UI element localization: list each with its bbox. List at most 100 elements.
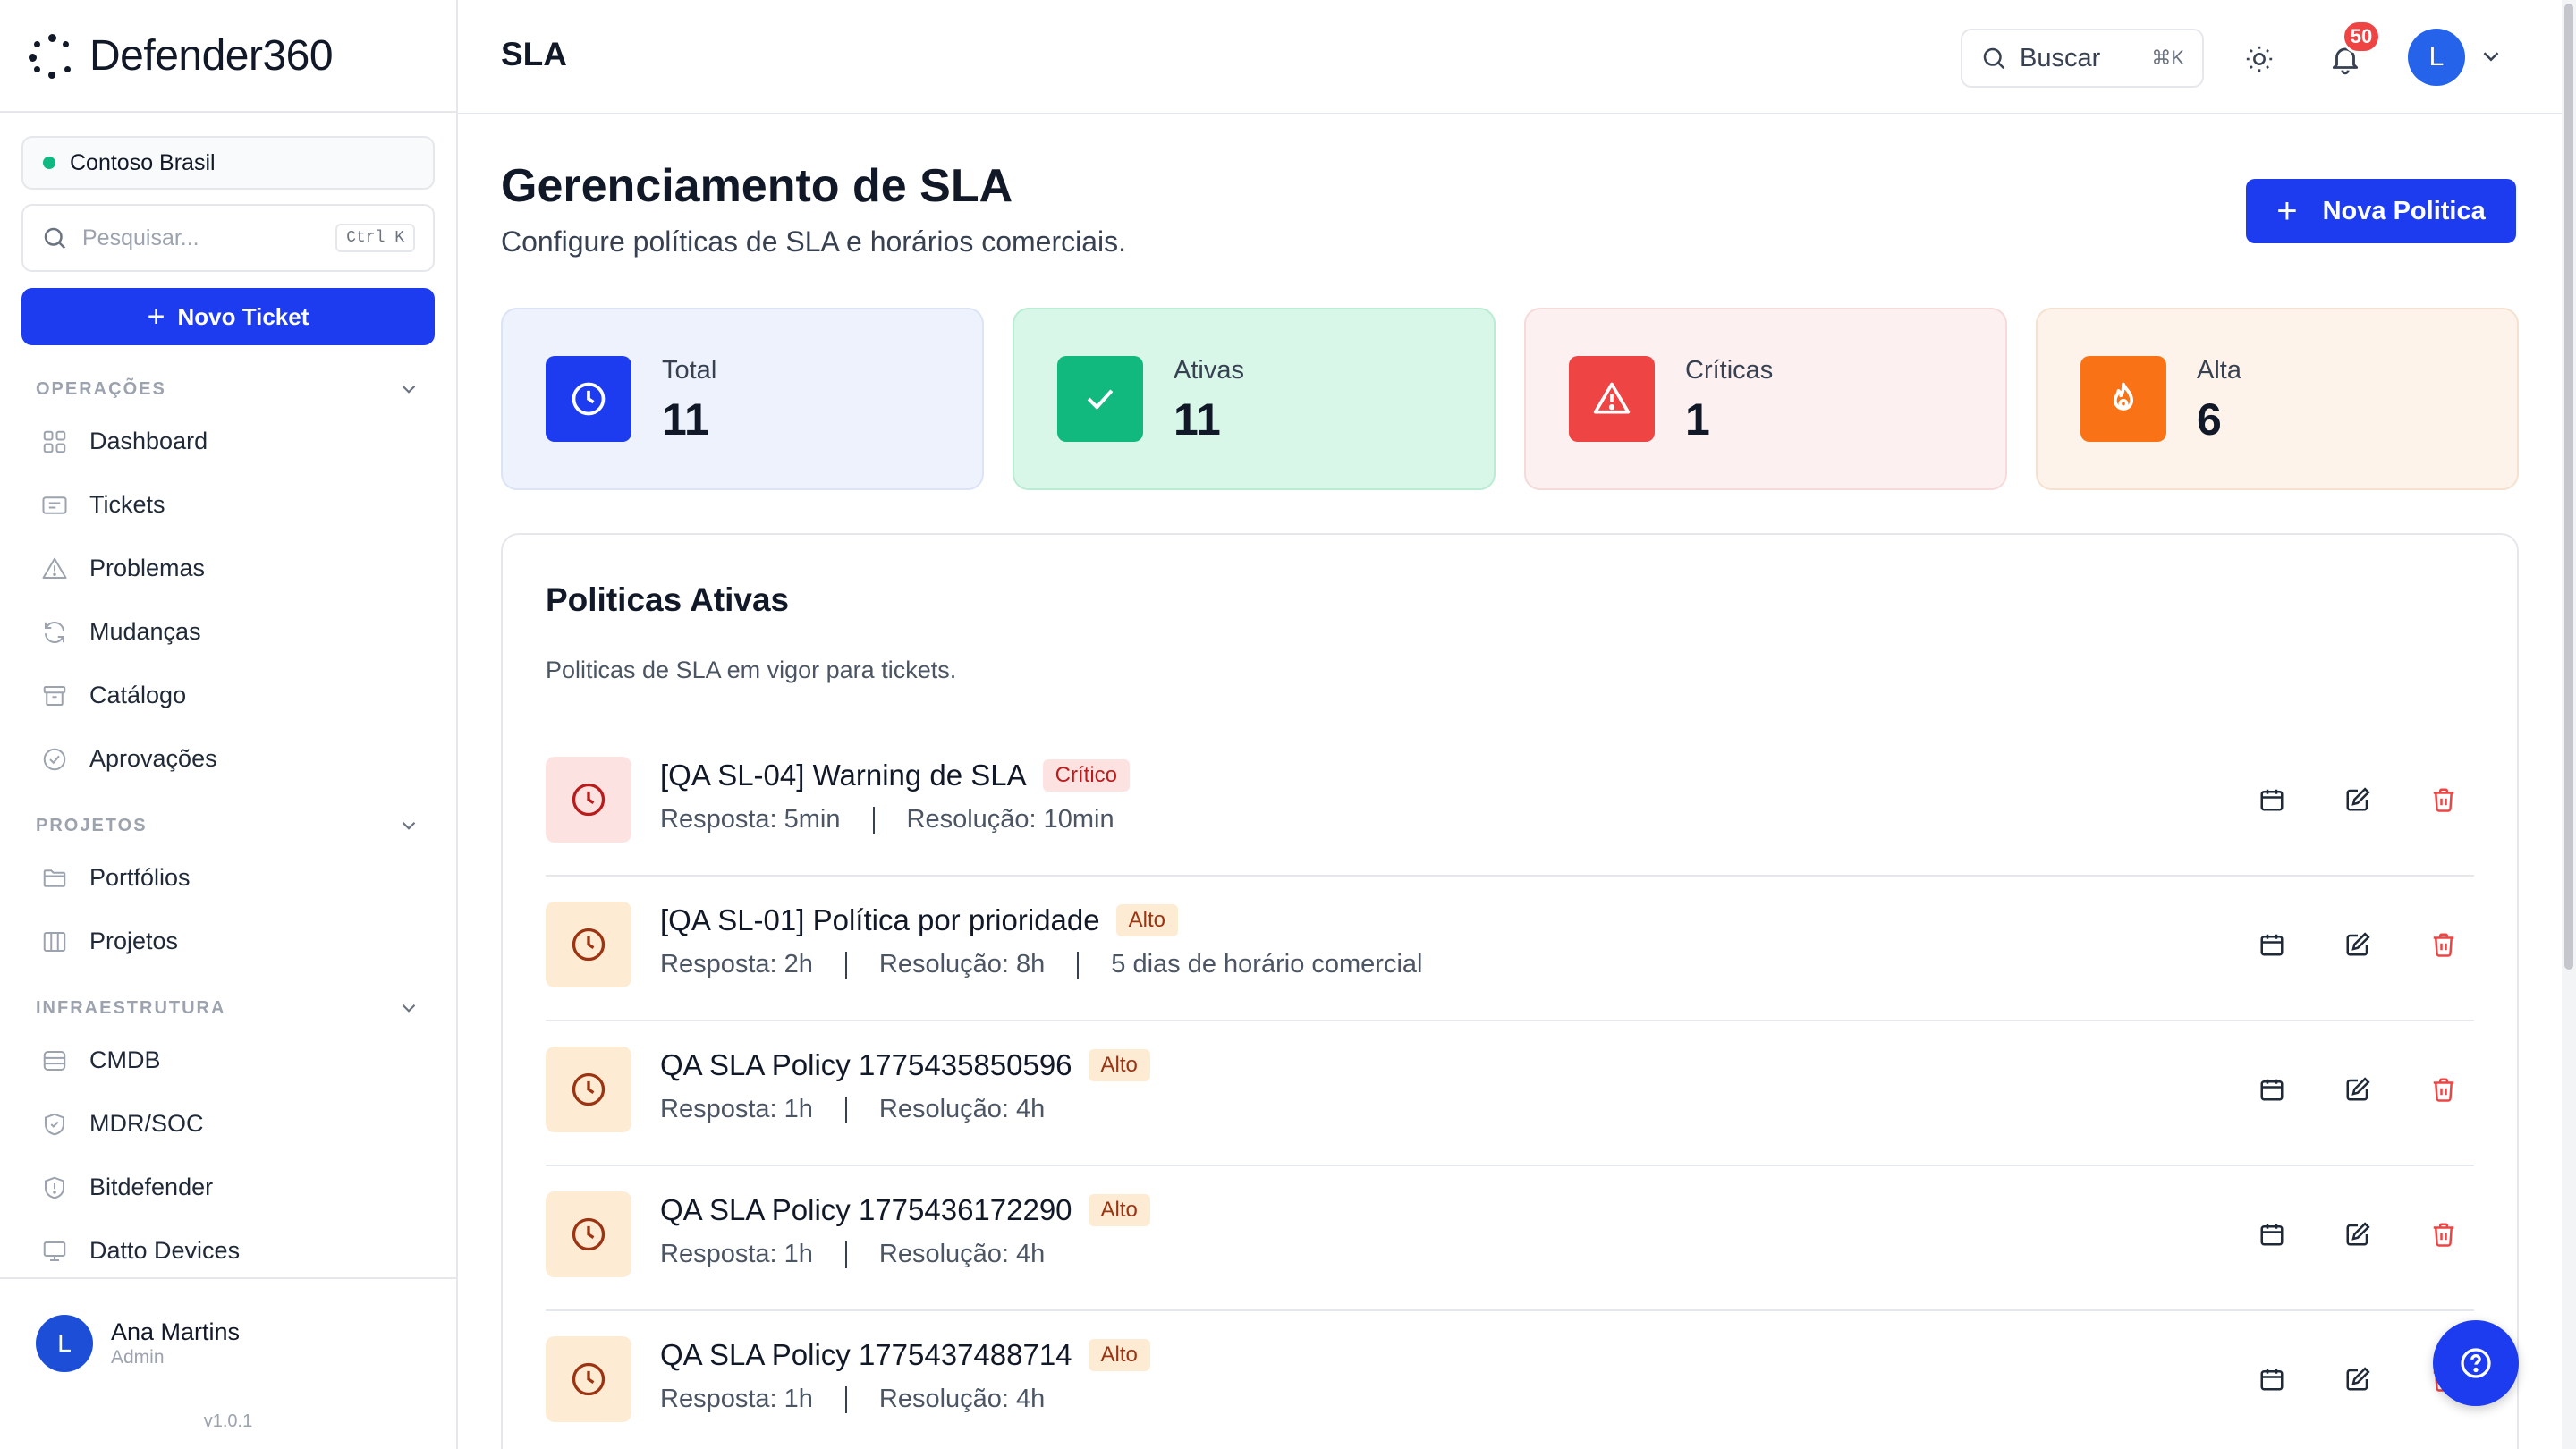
edit-button[interactable]	[2340, 927, 2376, 962]
priority-badge: Alto	[1088, 1049, 1150, 1081]
sidebar-item-problemas[interactable]: Problemas	[0, 537, 456, 600]
stat-label: Ativas	[1174, 356, 1244, 385]
policy-row[interactable]: QA SLA Policy 1775437488714 Alto Respost…	[546, 1311, 2474, 1449]
brand[interactable]: Defender360	[0, 0, 456, 113]
sidebar-item-label: Datto Devices	[89, 1237, 241, 1264]
scrollbar-thumb[interactable]	[2564, 4, 2573, 970]
user-avatar[interactable]: L	[2408, 29, 2465, 86]
sidebar-item-tickets[interactable]: Tickets	[0, 473, 456, 537]
sidebar-item-label: Mudanças	[89, 618, 201, 645]
org-name: Contoso Brasil	[70, 149, 216, 175]
divider	[844, 1241, 847, 1268]
sidebar-item-catalogo[interactable]: Catálogo	[0, 664, 456, 727]
stat-card-total: Total 11	[501, 308, 984, 490]
divider	[844, 951, 847, 979]
sidebar-item-aprovacoes[interactable]: Aprovações	[0, 727, 456, 791]
stat-label: Total	[662, 356, 717, 385]
stat-label: Críticas	[1685, 356, 1774, 385]
sidebar-item-portfolios[interactable]: Portfólios	[0, 846, 456, 910]
sidebar-item-projetos[interactable]: Projetos	[0, 910, 456, 973]
page-scrollbar[interactable]	[2562, 0, 2576, 1449]
delete-button[interactable]	[2426, 927, 2462, 962]
plus-icon: +	[2276, 191, 2298, 231]
edit-button[interactable]	[2340, 1216, 2376, 1252]
avatar: L	[36, 1315, 93, 1372]
edit-icon	[2346, 787, 2370, 811]
resolution-time: Resolução: 10min	[906, 805, 1114, 834]
delete-button[interactable]	[2426, 1072, 2462, 1107]
calendar-button[interactable]	[2254, 782, 2290, 818]
help-button[interactable]	[2433, 1320, 2519, 1406]
calendar-button[interactable]	[2254, 1072, 2290, 1107]
policy-name: QA SLA Policy 1775435850596	[660, 1048, 1072, 1081]
edit-icon	[2346, 1077, 2370, 1101]
refresh-icon	[38, 615, 72, 649]
delete-button[interactable]	[2426, 782, 2462, 818]
policy-row[interactable]: QA SLA Policy 1775435850596 Alto Respost…	[546, 1021, 2474, 1166]
sidebar-item-label: Catálogo	[89, 682, 187, 708]
sidebar: Defender360 Contoso Brasil Pesquisar... …	[0, 0, 458, 1449]
folder-icon	[38, 861, 72, 895]
sidebar-item-cmdb[interactable]: CMDB	[0, 1029, 456, 1092]
user-name: Ana Martins	[111, 1318, 241, 1345]
sidebar-search-input[interactable]: Pesquisar... Ctrl K	[21, 204, 435, 272]
section-projetos[interactable]: PROJETOS	[0, 805, 456, 846]
edit-icon	[2346, 932, 2370, 956]
user-profile[interactable]: L Ana Martins Admin v1.0.1	[0, 1277, 456, 1449]
sidebar-item-mudancas[interactable]: Mudanças	[0, 600, 456, 664]
new-policy-button[interactable]: + Nova Politica	[2246, 179, 2516, 243]
stat-card-ativas: Ativas 11	[1013, 308, 1496, 490]
page-label: SLA	[501, 36, 567, 72]
clock-icon	[546, 1336, 631, 1422]
edit-button[interactable]	[2340, 1361, 2376, 1397]
sidebar-item-mdr-soc[interactable]: MDR/SOC	[0, 1092, 456, 1156]
sidebar-item-label: Dashboard	[89, 428, 208, 454]
policy-row[interactable]: [QA SL-01] Política por prioridade Alto …	[546, 877, 2474, 1021]
check-icon	[1057, 356, 1143, 442]
section-operacoes[interactable]: OPERAÇÕES	[0, 369, 456, 410]
response-time: Resposta: 1h	[660, 1095, 813, 1123]
sidebar-item-datto-devices[interactable]: Datto Devices	[0, 1219, 456, 1277]
user-role: Admin	[111, 1347, 165, 1368]
calendar-icon	[2260, 1224, 2284, 1246]
ticket-icon	[38, 488, 72, 522]
help-icon	[2461, 1348, 2491, 1378]
section-title: OPERAÇÕES	[36, 378, 166, 399]
resolution-time: Resolução: 8h	[878, 950, 1046, 979]
policy-row[interactable]: [QA SL-04] Warning de SLA Crítico Respos…	[546, 732, 2474, 877]
calendar-button[interactable]	[2254, 1216, 2290, 1252]
chevron-down-icon[interactable]	[2478, 43, 2504, 70]
policy-name: QA SLA Policy 1775437488714	[660, 1338, 1072, 1371]
policy-name: [QA SL-04] Warning de SLA	[660, 758, 1027, 792]
plus-icon: +	[147, 299, 165, 334]
sidebar-item-bitdefender[interactable]: Bitdefender	[0, 1156, 456, 1219]
sidebar-item-label: Aprovações	[89, 745, 217, 772]
sidebar-item-label: Bitdefender	[89, 1174, 214, 1200]
section-infraestrutura[interactable]: INFRAESTRUTURA	[0, 987, 456, 1029]
calendar-button[interactable]	[2254, 1361, 2290, 1397]
trash-icon	[2433, 788, 2454, 812]
clock-icon	[546, 902, 631, 987]
edit-button[interactable]	[2340, 1072, 2376, 1107]
sun-icon	[2246, 46, 2273, 72]
edit-button[interactable]	[2340, 782, 2376, 818]
priority-badge: Crítico	[1042, 759, 1131, 792]
sidebar-item-label: CMDB	[89, 1046, 161, 1073]
sidebar-item-dashboard[interactable]: Dashboard	[0, 410, 456, 473]
sidebar-item-label: MDR/SOC	[89, 1110, 204, 1137]
calendar-icon	[2260, 1368, 2284, 1391]
search-shortcut: ⌘K	[2151, 47, 2184, 69]
search-placeholder: Pesquisar...	[82, 225, 199, 250]
global-search-button[interactable]: Buscar ⌘K	[1961, 29, 2204, 88]
org-selector[interactable]: Contoso Brasil	[21, 136, 435, 190]
stat-value: 11	[1174, 394, 1221, 445]
policy-row[interactable]: QA SLA Policy 1775436172290 Alto Respost…	[546, 1166, 2474, 1311]
shield-check-icon	[38, 1107, 72, 1141]
status-dot-icon	[43, 157, 55, 169]
new-ticket-button[interactable]: + Novo Ticket	[21, 288, 435, 345]
calendar-button[interactable]	[2254, 927, 2290, 962]
stat-card-alta: Alta 6	[2036, 308, 2519, 490]
response-time: Resposta: 5min	[660, 805, 841, 834]
delete-button[interactable]	[2426, 1216, 2462, 1252]
theme-toggle-button[interactable]	[2238, 38, 2281, 80]
